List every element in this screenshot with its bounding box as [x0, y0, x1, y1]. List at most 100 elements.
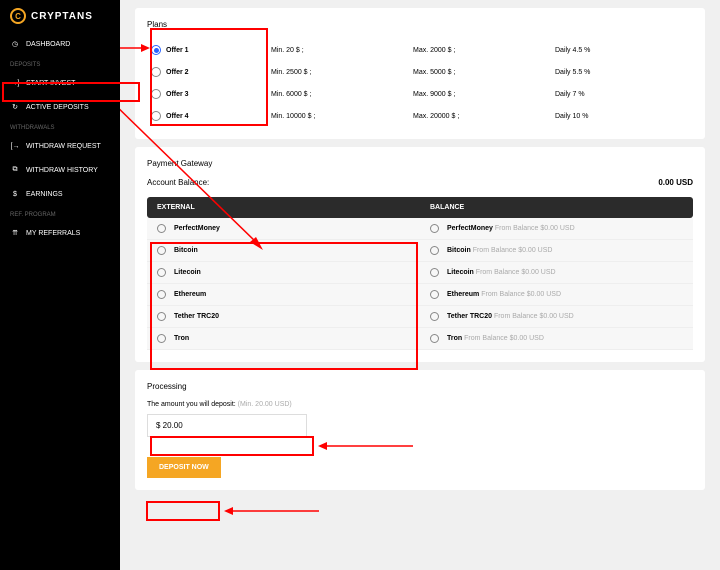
plan-offer[interactable]: Offer 3: [147, 83, 267, 105]
radio-icon[interactable]: [151, 89, 161, 99]
deposit-label: The amount you will deposit: (Min. 20.00…: [147, 401, 693, 408]
balance-value: 0.00 USD: [658, 178, 693, 187]
method-name: Ethereum From Balance $0.00 USD: [447, 291, 561, 298]
nav-my-referrals[interactable]: ⇈ MY REFERRALS: [0, 221, 120, 245]
nav-section-withdrawals: WITHDRAWALS: [0, 119, 120, 134]
nav-label: EARNINGS: [26, 191, 63, 198]
nav-section-deposits: DEPOSITS: [0, 56, 120, 71]
nav-label: ACTIVE DEPOSITS: [26, 104, 89, 111]
radio-icon[interactable]: [430, 268, 439, 277]
col-external: EXTERNAL: [147, 197, 420, 218]
radio-icon[interactable]: [157, 246, 166, 255]
radio-icon[interactable]: [151, 111, 161, 121]
deposit-amount-input[interactable]: [147, 414, 307, 437]
method-name: Bitcoin From Balance $0.00 USD: [447, 247, 552, 254]
method-name: PerfectMoney: [174, 225, 220, 232]
coins-icon: $: [10, 189, 20, 199]
wallet-icon: ⧉: [10, 165, 20, 175]
deposit-now-button[interactable]: DEPOSIT NOW: [147, 457, 221, 478]
gateway-header: EXTERNAL BALANCE: [147, 197, 693, 218]
gateway-body: PerfectMoney Bitcoin Litecoin Ethereum Tethe…: [147, 218, 693, 350]
chart-icon: ⇈: [10, 228, 20, 238]
gauge-icon: ◷: [10, 39, 20, 49]
logo-icon: C: [10, 8, 26, 24]
plan-offer[interactable]: Offer 2: [147, 61, 267, 83]
external-method[interactable]: Litecoin: [147, 262, 420, 284]
nav-start-invest[interactable]: →] START INVEST: [0, 71, 120, 95]
offer-min: Min. 20 $ ;: [267, 39, 409, 61]
balance-method[interactable]: PerfectMoney From Balance $0.00 USD: [420, 218, 693, 240]
nav-earnings[interactable]: $ EARNINGS: [0, 182, 120, 206]
external-method[interactable]: Bitcoin: [147, 240, 420, 262]
method-name: Tron From Balance $0.00 USD: [447, 335, 544, 342]
method-name: Tether TRC20 From Balance $0.00 USD: [447, 313, 574, 320]
nav-label: START INVEST: [26, 80, 75, 87]
login-icon: →]: [10, 78, 20, 88]
plans-card: Plans Offer 1Min. 20 $ ;Max. 2000 $ ;Dai…: [135, 8, 705, 139]
balance-column: PerfectMoney From Balance $0.00 USD Bitco…: [420, 218, 693, 350]
balance-method[interactable]: Tether TRC20 From Balance $0.00 USD: [420, 306, 693, 328]
brand-name: CRYPTANS: [31, 11, 93, 22]
offer-max: Max. 5000 $ ;: [409, 61, 551, 83]
nav-withdraw-history[interactable]: ⧉ WITHDRAW HISTORY: [0, 158, 120, 182]
radio-icon[interactable]: [157, 290, 166, 299]
offer-daily: Daily 10 %: [551, 105, 693, 127]
offer-max: Max. 2000 $ ;: [409, 39, 551, 61]
account-balance: Account Balance: 0.00 USD: [147, 178, 693, 187]
method-name: Litecoin: [174, 269, 201, 276]
radio-icon[interactable]: [157, 334, 166, 343]
offer-name: Offer 1: [166, 47, 189, 54]
external-method[interactable]: Tether TRC20: [147, 306, 420, 328]
balance-method[interactable]: Ethereum From Balance $0.00 USD: [420, 284, 693, 306]
radio-icon[interactable]: [430, 334, 439, 343]
gateway-title: Payment Gateway: [147, 159, 693, 168]
external-method[interactable]: Ethereum: [147, 284, 420, 306]
radio-icon[interactable]: [430, 312, 439, 321]
sidebar: C CRYPTANS ◷DASHBOARD DEPOSITS →] START I…: [0, 0, 120, 570]
offer-daily: Daily 4.5 %: [551, 39, 693, 61]
offer-name: Offer 4: [166, 113, 189, 120]
deposit-hint: (Min. 20.00 USD): [238, 401, 292, 408]
radio-icon[interactable]: [430, 246, 439, 255]
offer-name: Offer 3: [166, 91, 189, 98]
method-name: PerfectMoney From Balance $0.00 USD: [447, 225, 575, 232]
method-name: Ethereum: [174, 291, 206, 298]
method-name: Litecoin From Balance $0.00 USD: [447, 269, 556, 276]
external-method[interactable]: Tron: [147, 328, 420, 350]
plans-table: Offer 1 Min. 20 $ ;Max. 2000 $ ;Daily 4.5…: [147, 39, 693, 127]
radio-icon[interactable]: [157, 312, 166, 321]
deposit-label-text: The amount you will deposit:: [147, 401, 236, 408]
nav-dashboard[interactable]: ◷DASHBOARD: [0, 32, 120, 56]
annotation-box: [146, 501, 220, 521]
nav-label: MY REFERRALS: [26, 230, 80, 237]
method-name: Tron: [174, 335, 189, 342]
radio-icon[interactable]: [430, 290, 439, 299]
offer-name: Offer 2: [166, 69, 189, 76]
radio-icon[interactable]: [157, 268, 166, 277]
brand-logo: C CRYPTANS: [0, 0, 120, 32]
plan-offer[interactable]: Offer 4: [147, 105, 267, 127]
nav-active-deposits[interactable]: ↻ACTIVE DEPOSITS: [0, 95, 120, 119]
balance-method[interactable]: Tron From Balance $0.00 USD: [420, 328, 693, 350]
external-column: PerfectMoney Bitcoin Litecoin Ethereum Tethe…: [147, 218, 420, 350]
external-method[interactable]: PerfectMoney: [147, 218, 420, 240]
balance-method[interactable]: Bitcoin From Balance $0.00 USD: [420, 240, 693, 262]
gateway-card: Payment Gateway Account Balance: 0.00 US…: [135, 147, 705, 362]
balance-label: Account Balance:: [147, 178, 209, 187]
main-content: Plans Offer 1Min. 20 $ ;Max. 2000 $ ;Dai…: [120, 0, 720, 570]
radio-icon[interactable]: [151, 67, 161, 77]
nav-label: WITHDRAW HISTORY: [26, 167, 98, 174]
radio-icon[interactable]: [430, 224, 439, 233]
annotation-arrow: [224, 505, 319, 517]
balance-method[interactable]: Litecoin From Balance $0.00 USD: [420, 262, 693, 284]
offer-min: Min. 2500 $ ;: [267, 61, 409, 83]
radio-icon[interactable]: [157, 224, 166, 233]
offer-min: Min. 10000 $ ;: [267, 105, 409, 127]
processing-card: Processing The amount you will deposit: …: [135, 370, 705, 490]
offer-daily: Daily 7 %: [551, 83, 693, 105]
radio-icon[interactable]: [151, 45, 161, 55]
col-balance: BALANCE: [420, 197, 693, 218]
nav-section-ref: REF. PROGRAM: [0, 206, 120, 221]
plan-offer[interactable]: Offer 1: [147, 39, 267, 61]
nav-withdraw-request[interactable]: [→WITHDRAW REQUEST: [0, 134, 120, 158]
